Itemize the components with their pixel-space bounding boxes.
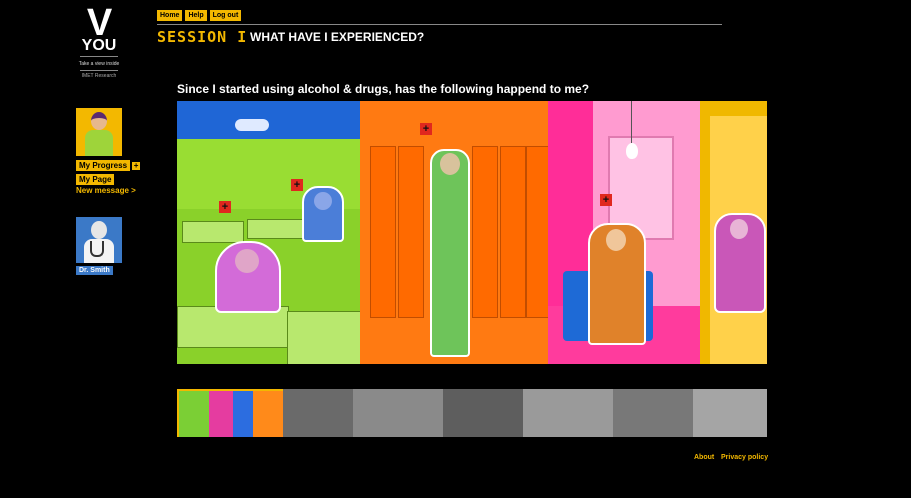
hotspot-plus-2[interactable]: + <box>291 179 303 191</box>
question-text: Since I started using alcohol & drugs, h… <box>177 82 590 96</box>
new-message-link[interactable]: New message > <box>76 186 136 195</box>
about-link[interactable]: About <box>694 454 714 461</box>
logo: V YOU Take a view inside IMET Research <box>76 2 122 79</box>
scene-panel-locker: + <box>360 101 552 364</box>
page-title: WHAT HAVE I EXPERIENCED? <box>250 30 425 44</box>
logo-you: YOU <box>81 37 117 54</box>
logo-divider-2 <box>80 70 118 71</box>
scene-panel-yellow-room <box>700 101 767 364</box>
thumbnail-4[interactable] <box>443 389 523 437</box>
user-avatar[interactable] <box>76 108 122 156</box>
thumbnail-3[interactable] <box>353 389 443 437</box>
scene-thumbnail-strip[interactable] <box>177 389 767 437</box>
cloud-icon <box>235 119 269 131</box>
session-label: SESSION I <box>157 28 248 46</box>
scene-panel-bedroom: + <box>548 101 700 364</box>
privacy-policy-link[interactable]: Privacy policy <box>721 454 768 461</box>
student-girl-figure[interactable] <box>215 241 281 313</box>
thumbnail-7[interactable] <box>693 389 767 437</box>
student-crouching-figure[interactable] <box>714 213 766 313</box>
thumbnail-2[interactable] <box>283 389 353 437</box>
student-sitting-figure[interactable] <box>588 223 646 345</box>
help-button[interactable]: Help <box>185 10 207 21</box>
doctor-name-label[interactable]: Dr. Smith <box>76 266 113 275</box>
hotspot-plus-1[interactable]: + <box>219 201 231 213</box>
hotspot-plus-4[interactable]: + <box>600 194 612 206</box>
doctor-avatar[interactable] <box>76 217 122 263</box>
my-progress-link[interactable]: My Progress + <box>76 160 141 171</box>
my-progress-label: My Progress <box>76 160 131 171</box>
logout-button[interactable]: Log out <box>209 10 242 21</box>
logo-tagline: Take a view inside <box>78 61 120 67</box>
thumbnail-5[interactable] <box>523 389 613 437</box>
scene-panel-classroom: + + <box>177 101 362 364</box>
stethoscope-icon <box>90 241 104 257</box>
logo-org: IMET Research <box>81 73 117 79</box>
student-boy-figure[interactable] <box>302 186 344 242</box>
student-standing-figure[interactable] <box>430 149 470 357</box>
header-divider <box>157 24 722 25</box>
home-button[interactable]: Home <box>157 10 183 21</box>
logo-divider <box>80 56 118 57</box>
thumbnail-active[interactable] <box>177 389 285 437</box>
plus-icon: + <box>132 161 141 170</box>
my-page-label: My Page <box>76 174 115 185</box>
top-nav: Home Help Log out <box>157 10 242 21</box>
my-page-link[interactable]: My Page <box>76 174 115 185</box>
hotspot-plus-3[interactable]: + <box>420 123 432 135</box>
experience-scene: + + + + <box>177 101 767 364</box>
thumbnail-6[interactable] <box>613 389 693 437</box>
logo-v: V <box>86 2 112 44</box>
lightbulb-icon <box>626 143 638 159</box>
